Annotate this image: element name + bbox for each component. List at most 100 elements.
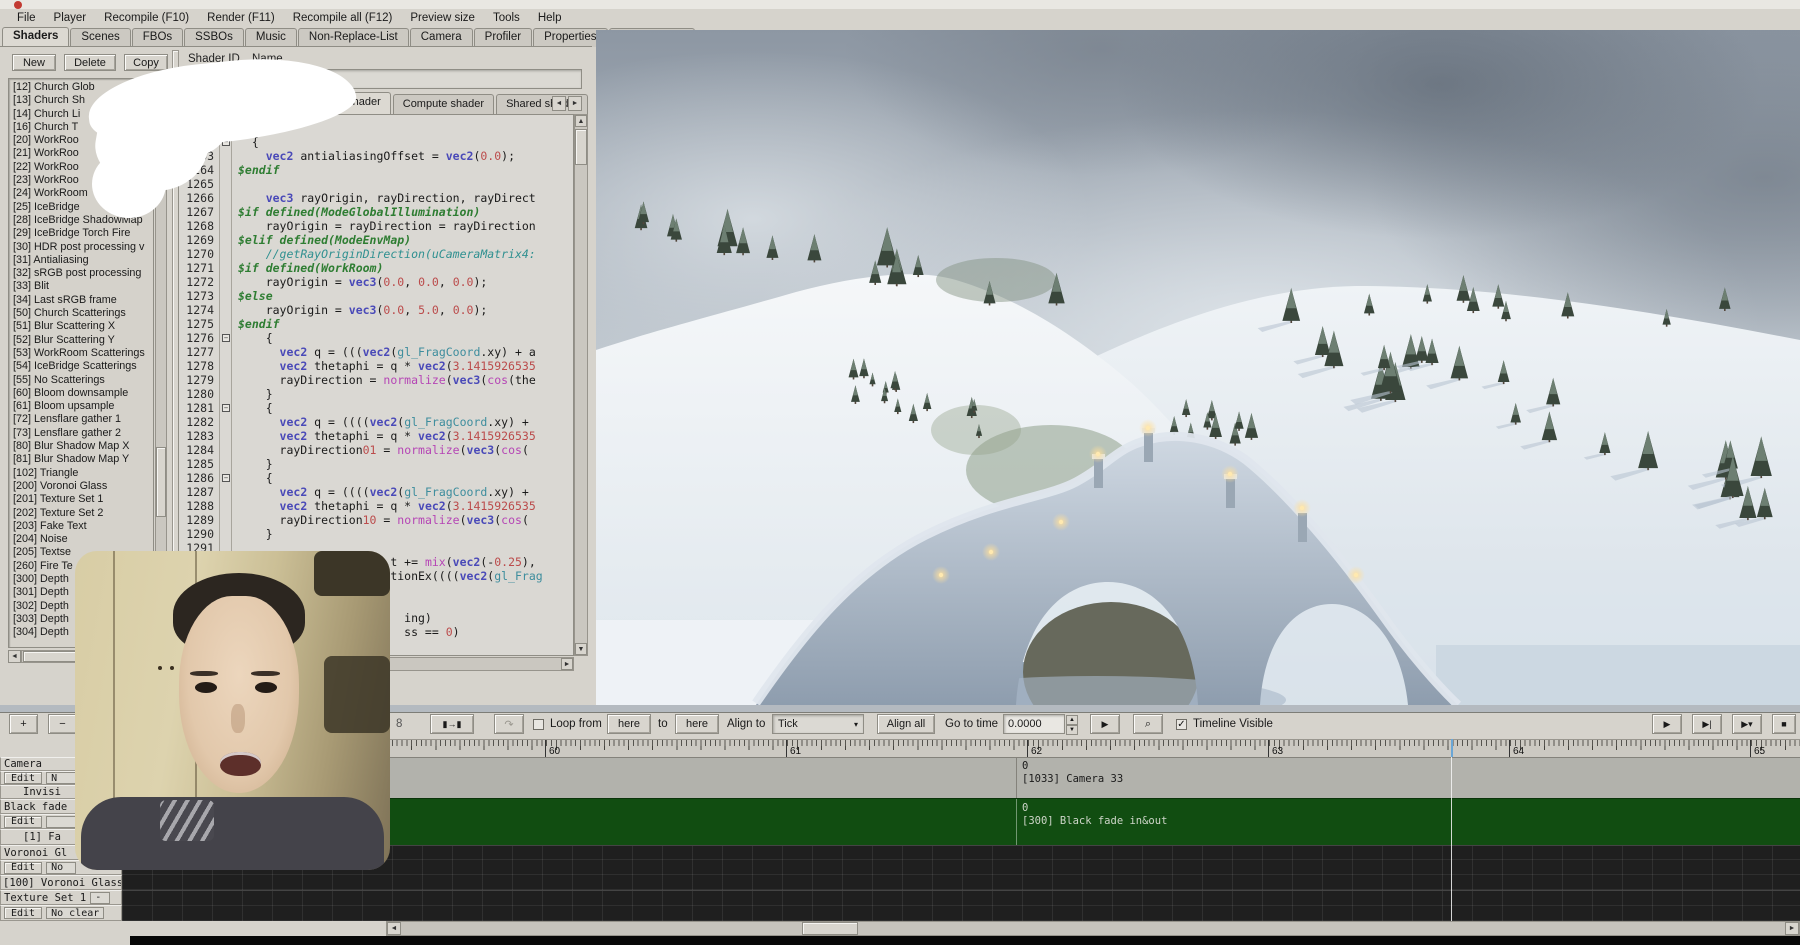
fold-gutter[interactable]: [219, 149, 232, 163]
fold-gutter[interactable]: [219, 177, 232, 191]
shader-list-item[interactable]: [53] WorkRoom Scatterings: [9, 347, 153, 360]
align-to-select[interactable]: Tick ▾: [772, 714, 864, 734]
tab-camera[interactable]: Camera: [410, 28, 473, 47]
clear-mode-select[interactable]: N: [46, 772, 76, 784]
shader-list-item[interactable]: [200] Voronoi Glass: [9, 480, 153, 493]
tab-scenes[interactable]: Scenes: [70, 28, 130, 47]
fold-gutter[interactable]: [219, 359, 232, 373]
fold-gutter[interactable]: [219, 429, 232, 443]
menu-item-render-f11[interactable]: Render (F11): [198, 11, 284, 25]
track-item-100-voronoi-glass[interactable]: [100] Voronoi Glass: [0, 875, 122, 890]
edit-button[interactable]: Edit: [4, 816, 42, 828]
scroll-down-icon[interactable]: ▼: [575, 643, 587, 655]
fold-gutter[interactable]: [219, 345, 232, 359]
delete-button[interactable]: Delete: [64, 54, 116, 71]
fold-gutter[interactable]: [219, 163, 232, 177]
shader-list-item[interactable]: [54] IceBridge Scatterings: [9, 360, 153, 373]
shader-list-item[interactable]: [51] Blur Scattering X: [9, 320, 153, 333]
fold-gutter[interactable]: [219, 513, 232, 527]
fold-gutter[interactable]: [219, 415, 232, 429]
menu-item-tools[interactable]: Tools: [484, 11, 529, 25]
fold-gutter[interactable]: [219, 317, 232, 331]
fold-gutter[interactable]: [219, 191, 232, 205]
loop-to-here-button[interactable]: here: [675, 714, 719, 734]
shader-list-item[interactable]: [203] Fake Text: [9, 520, 153, 533]
fold-collapse-icon[interactable]: −: [222, 404, 230, 412]
fold-gutter[interactable]: [219, 205, 232, 219]
menu-item-player[interactable]: Player: [45, 11, 96, 25]
track-edit-row[interactable]: Edit No clear: [0, 905, 122, 921]
clear-mode-select[interactable]: No: [46, 862, 76, 874]
playhead-marker[interactable]: [1451, 739, 1453, 757]
code-vscrollbar[interactable]: ▲ ▼: [574, 114, 588, 656]
fold-gutter[interactable]: [219, 443, 232, 457]
fold-gutter[interactable]: [219, 303, 232, 317]
fold-gutter[interactable]: −: [219, 401, 232, 415]
fold-gutter[interactable]: [219, 373, 232, 387]
fold-gutter[interactable]: [219, 275, 232, 289]
spin-up-icon[interactable]: ▲: [1066, 715, 1078, 725]
shader-list-item[interactable]: [31] Antialiasing: [9, 254, 153, 267]
clip-black-fade[interactable]: [300] Black fade in&out: [1022, 815, 1167, 827]
shader-list-item[interactable]: [50] Church Scatterings: [9, 307, 153, 320]
edit-button[interactable]: Edit: [4, 772, 42, 784]
menu-item-recompile-f10[interactable]: Recompile (F10): [95, 11, 198, 25]
spin-down-icon[interactable]: ▼: [1066, 725, 1078, 735]
shader-list-item[interactable]: [61] Bloom upsample: [9, 400, 153, 413]
clip-move-icon[interactable]: ▮→▮: [430, 714, 474, 734]
render-preview[interactable]: [596, 30, 1800, 705]
shader-list-item[interactable]: [29] IceBridge Torch Fire: [9, 227, 153, 240]
clip-camera-33[interactable]: [1033] Camera 33: [1022, 773, 1123, 785]
fold-collapse-icon[interactable]: −: [222, 474, 230, 482]
play-options-button[interactable]: ▶▾: [1732, 714, 1762, 734]
clear-mode-select[interactable]: [46, 816, 76, 828]
fold-gutter[interactable]: [219, 387, 232, 401]
edit-button[interactable]: Edit: [4, 907, 42, 919]
scrollbar-thumb[interactable]: [156, 447, 166, 517]
shader-list-item[interactable]: [34] Last sRGB frame: [9, 294, 153, 307]
time-stepper[interactable]: ▲ ▼: [1066, 715, 1078, 734]
timeline-hscrollbar[interactable]: ◄ ►: [386, 921, 1800, 936]
scrollbar-thumb[interactable]: [575, 129, 587, 165]
step-button[interactable]: ▶|: [1692, 714, 1722, 734]
redo-icon[interactable]: ↷: [494, 714, 524, 734]
play-button[interactable]: ▶: [1652, 714, 1682, 734]
fold-gutter[interactable]: −: [219, 471, 232, 485]
shader-list-item[interactable]: [52] Blur Scattering Y: [9, 334, 153, 347]
go-to-time-input[interactable]: 0.0000: [1003, 714, 1065, 734]
shader-list-item[interactable]: [202] Texture Set 2: [9, 507, 153, 520]
shader-list-item[interactable]: [81] Blur Shadow Map Y: [9, 453, 153, 466]
timeline-visible-checkbox[interactable]: ✓: [1176, 719, 1187, 730]
shader-list-item[interactable]: [204] Noise: [9, 533, 153, 546]
shader-list-item[interactable]: [80] Blur Shadow Map X: [9, 440, 153, 453]
shader-list-item[interactable]: [201] Texture Set 1: [9, 493, 153, 506]
tab-non-replace-list[interactable]: Non-Replace-List: [298, 28, 409, 47]
fold-gutter[interactable]: [219, 499, 232, 513]
shader-list-item[interactable]: [33] Blit: [9, 280, 153, 293]
search-icon[interactable]: ⌕: [1133, 714, 1163, 734]
new-button[interactable]: New: [12, 54, 56, 71]
scroll-up-icon[interactable]: ▲: [575, 115, 587, 127]
fold-gutter[interactable]: [219, 261, 232, 275]
timeline-zoom-in-button[interactable]: +: [9, 714, 38, 734]
copy-button[interactable]: Copy: [124, 54, 168, 71]
scroll-right-icon[interactable]: ►: [561, 658, 573, 670]
clear-mode-select[interactable]: No clear: [46, 907, 104, 919]
shader-list-item[interactable]: [102] Triangle: [9, 467, 153, 480]
shader-list-item[interactable]: [55] No Scatterings: [9, 374, 153, 387]
fold-gutter[interactable]: −: [219, 331, 232, 345]
shader-list-item[interactable]: [60] Bloom downsample: [9, 387, 153, 400]
menu-item-file[interactable]: File: [8, 11, 45, 25]
loop-from-checkbox[interactable]: [533, 719, 544, 730]
menu-item-help[interactable]: Help: [529, 11, 571, 25]
tab-music[interactable]: Music: [245, 28, 297, 47]
fold-gutter[interactable]: [219, 289, 232, 303]
tab-scroll-left-icon[interactable]: ◄: [552, 96, 566, 111]
shader-list-item[interactable]: [72] Lensflare gather 1: [9, 413, 153, 426]
fold-collapse-icon[interactable]: −: [222, 334, 230, 342]
stop-button[interactable]: ■: [1772, 714, 1796, 734]
tab-shaders[interactable]: Shaders: [2, 27, 69, 47]
shader-list-item[interactable]: [32] sRGB post processing: [9, 267, 153, 280]
timeline-zoom-out-button[interactable]: −: [48, 714, 77, 734]
tab-ssbos[interactable]: SSBOs: [184, 28, 244, 47]
